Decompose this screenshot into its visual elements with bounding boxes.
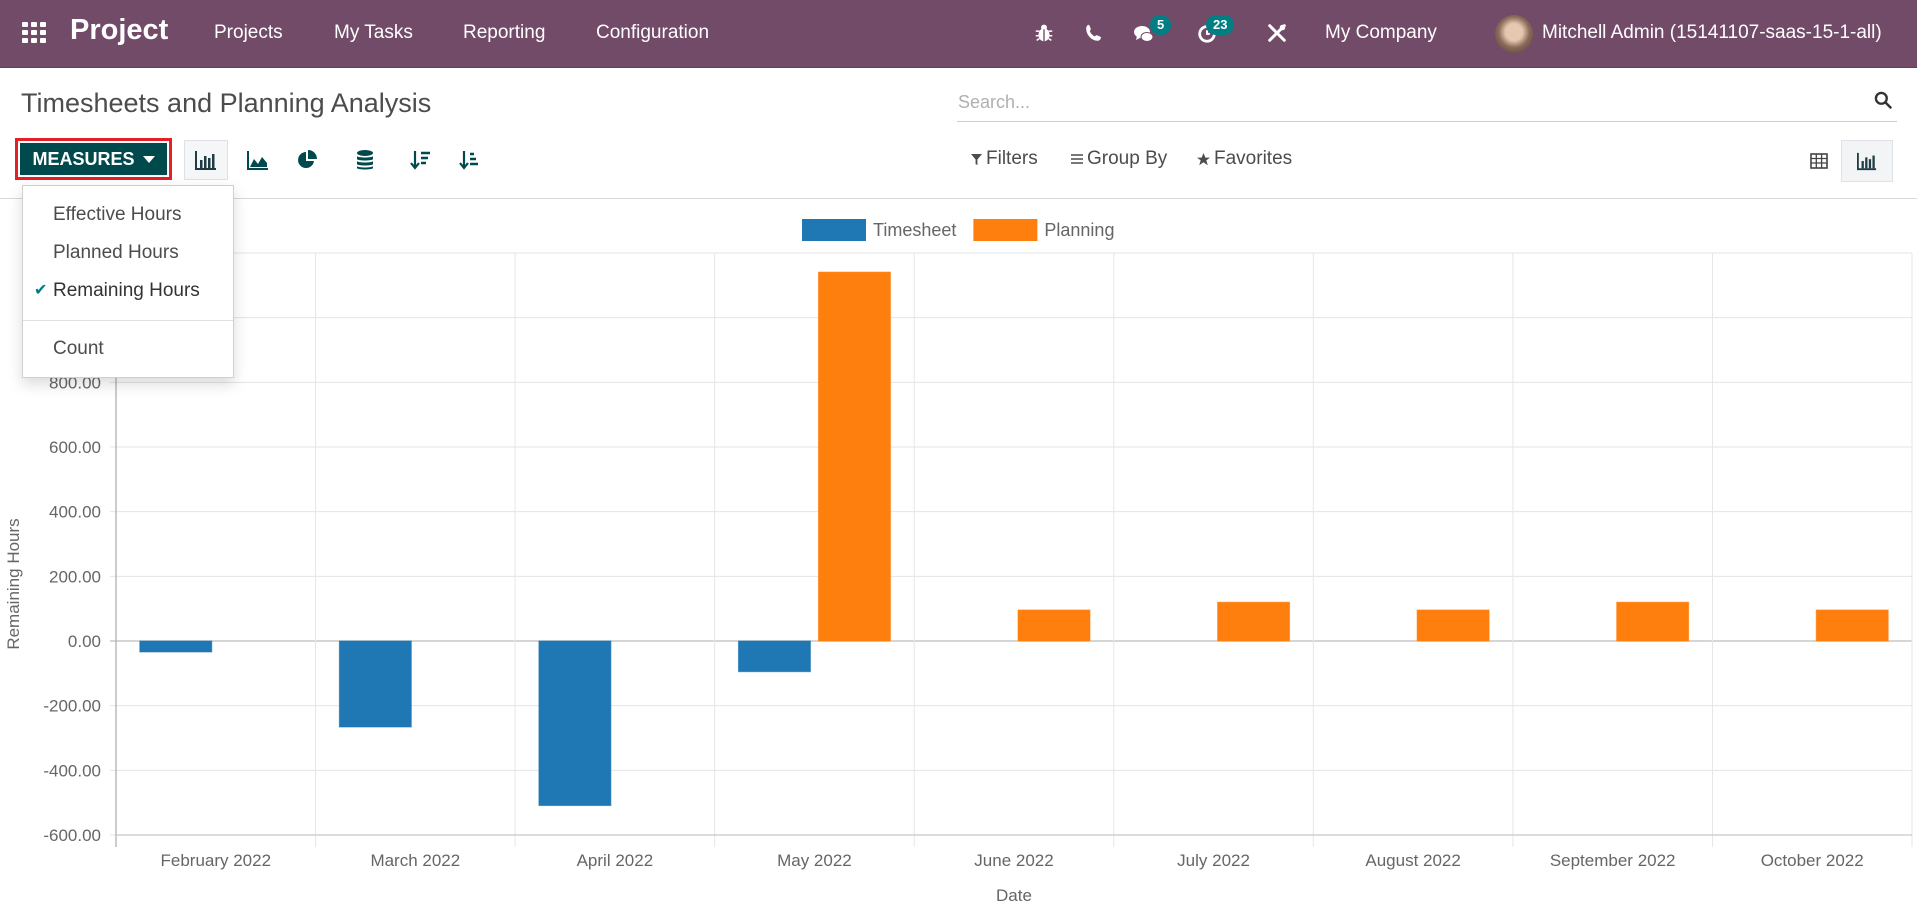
x-axis-title: Date: [996, 886, 1032, 905]
area-chart-icon: [247, 151, 268, 170]
menu-projects[interactable]: Projects: [214, 22, 283, 44]
user-menu[interactable]: Mitchell Admin (15141107-saas-15-1-all): [1542, 22, 1882, 44]
bar-planning: [1416, 609, 1490, 642]
groupby-label: Group By: [1087, 148, 1168, 169]
y-tick-label: 200.00: [49, 567, 101, 586]
x-tick-label: July 2022: [1177, 851, 1250, 870]
y-tick-label: 400.00: [49, 503, 101, 522]
top-navbar: Project Projects My Tasks Reporting Conf…: [0, 0, 1917, 68]
measure-count[interactable]: Count: [23, 332, 233, 366]
y-tick-label: 600.00: [49, 438, 101, 457]
sort-descending-icon: [410, 151, 430, 170]
user-avatar[interactable]: [1495, 15, 1533, 53]
search-icon[interactable]: [1873, 90, 1895, 112]
filter-icon: [971, 153, 982, 165]
pie-chart-button[interactable]: [285, 140, 329, 180]
x-tick-label: June 2022: [974, 851, 1053, 870]
favorites-label: Favorites: [1214, 148, 1293, 169]
measure-label: Remaining Hours: [53, 280, 200, 301]
y-axis-title: Remaining Hours: [4, 518, 23, 649]
measure-effective-hours[interactable]: Effective Hours: [23, 198, 233, 232]
measure-label: Effective Hours: [53, 204, 182, 225]
star-icon: [1197, 152, 1210, 165]
dropdown-divider: [23, 320, 233, 321]
company-switcher[interactable]: My Company: [1325, 22, 1437, 44]
legend-label-timesheet: Timesheet: [873, 220, 956, 240]
bar-planning: [1616, 601, 1690, 642]
measure-label: Count: [53, 338, 104, 359]
line-chart-button[interactable]: [236, 140, 280, 180]
list-icon: [1071, 154, 1083, 164]
phone-icon[interactable]: [1083, 22, 1107, 46]
measure-planned-hours[interactable]: Planned Hours: [23, 236, 233, 270]
search-input[interactable]: [958, 88, 1838, 116]
bar-timesheet: [338, 640, 412, 728]
pivot-view-button[interactable]: [1793, 140, 1845, 182]
caret-down-icon: [142, 155, 155, 163]
menu-configuration[interactable]: Configuration: [596, 22, 709, 44]
y-tick-label: -400.00: [43, 761, 101, 780]
graph-view-button[interactable]: [1841, 140, 1893, 182]
app-name[interactable]: Project: [70, 14, 168, 47]
bar-planning: [1217, 601, 1291, 642]
bar-planning: [1815, 609, 1889, 642]
measure-label: Planned Hours: [53, 242, 179, 263]
bar-planning: [1017, 609, 1091, 642]
x-tick-label: September 2022: [1550, 851, 1676, 870]
pie-chart-icon: [298, 150, 317, 168]
x-tick-label: February 2022: [160, 851, 271, 870]
y-tick-label: -200.00: [43, 697, 101, 716]
bar-chart-icon: [1857, 152, 1877, 171]
legend-swatch-timesheet: [802, 219, 866, 241]
sort-ascending-button[interactable]: [448, 140, 492, 180]
messages-badge: 5: [1150, 15, 1172, 35]
x-tick-label: May 2022: [777, 851, 852, 870]
y-tick-label: -600.00: [43, 826, 101, 845]
bar-timesheet: [737, 640, 811, 673]
activities-badge: 23: [1206, 15, 1235, 35]
bug-icon[interactable]: [1033, 22, 1057, 46]
stacked-button[interactable]: [343, 140, 387, 180]
bar-chart-button[interactable]: [184, 140, 228, 180]
control-panel-divider: [0, 198, 1917, 199]
measures-dropdown: Effective Hours Planned Hours ✔ Remainin…: [22, 185, 234, 378]
bar-chart-icon: [195, 151, 216, 170]
x-tick-label: August 2022: [1365, 851, 1460, 870]
search-bar: [957, 84, 1897, 122]
y-tick-label: 0.00: [68, 632, 101, 651]
measures-label: MEASURES: [32, 148, 135, 169]
bar-timesheet: [538, 640, 612, 807]
menu-my-tasks[interactable]: My Tasks: [334, 22, 413, 44]
filters-label: Filters: [986, 148, 1038, 169]
favorites-button[interactable]: Favorites: [1197, 148, 1292, 170]
sort-ascending-icon: [459, 151, 478, 170]
x-tick-label: April 2022: [577, 851, 654, 870]
x-tick-label: March 2022: [370, 851, 460, 870]
legend-swatch-planning: [973, 219, 1038, 241]
bar-timesheet: [139, 640, 213, 653]
filters-button[interactable]: Filters: [971, 148, 1038, 170]
table-icon: [1810, 153, 1828, 169]
database-icon: [357, 150, 373, 170]
menu-reporting[interactable]: Reporting: [463, 22, 545, 44]
groupby-button[interactable]: Group By: [1071, 148, 1167, 170]
x-tick-label: October 2022: [1761, 851, 1864, 870]
measure-remaining-hours[interactable]: ✔ Remaining Hours: [23, 274, 233, 308]
apps-menu-icon[interactable]: [22, 22, 46, 44]
tools-icon[interactable]: [1266, 22, 1290, 46]
page-title: Timesheets and Planning Analysis: [21, 88, 432, 118]
bar-chart: -600.00 -400.00 -200.00 0.00 200.00 400.00 600…: [4, 219, 1913, 905]
sort-descending-button[interactable]: [399, 140, 443, 180]
bar-planning: [817, 271, 891, 642]
measures-button[interactable]: MEASURES: [20, 143, 167, 175]
legend-label-planning: Planning: [1044, 220, 1114, 240]
check-icon: ✔: [34, 282, 48, 299]
